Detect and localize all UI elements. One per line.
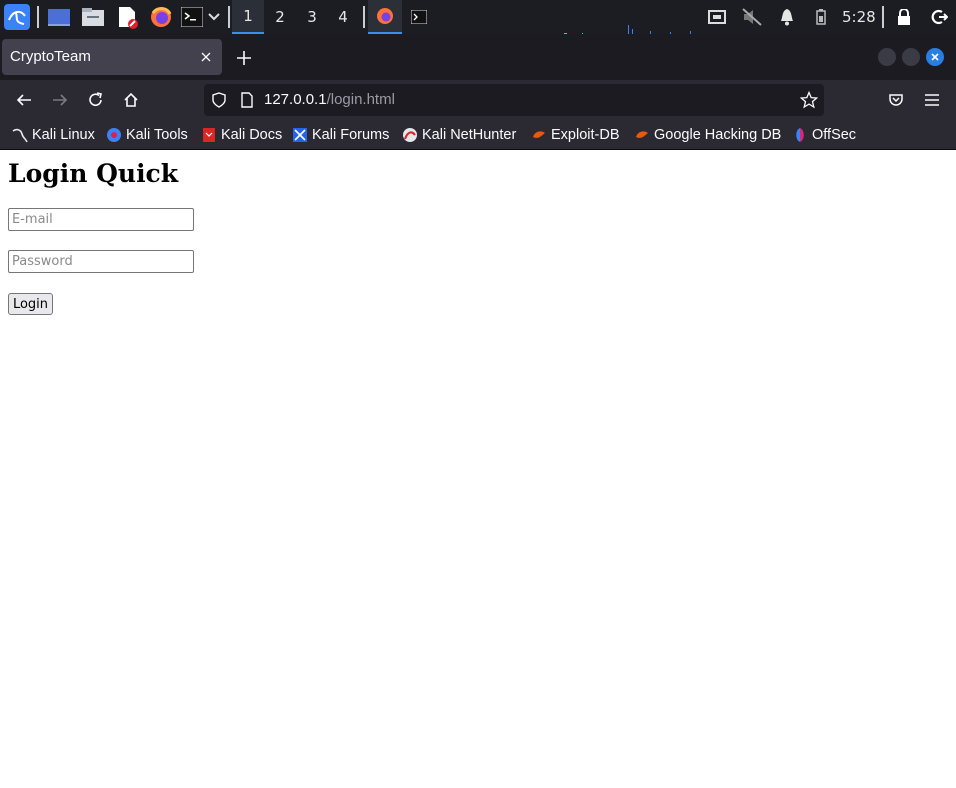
text-editor-icon[interactable] xyxy=(114,4,140,30)
workspace-2[interactable]: 2 xyxy=(264,0,296,34)
volume-muted-icon[interactable] xyxy=(740,4,764,30)
bookmark-label: Google Hacking DB xyxy=(654,127,782,143)
pocket-icon[interactable] xyxy=(884,88,908,112)
task-firefox[interactable] xyxy=(368,0,402,34)
battery-icon[interactable] xyxy=(812,4,830,30)
bookmark-label: OffSec xyxy=(812,127,857,143)
bookmark-google-hacking-db[interactable]: Google Hacking DB xyxy=(634,125,781,145)
taskbar-separator xyxy=(37,6,39,28)
ghdb-icon xyxy=(634,127,650,143)
bookmarks-toolbar: Kali Linux Kali Tools Kali Docs Kali For… xyxy=(0,120,956,150)
navigation-toolbar: 127.0.0.1/login.html xyxy=(0,80,956,120)
maximize-button[interactable] xyxy=(902,48,920,66)
file-manager-icon[interactable] xyxy=(80,4,106,30)
workspace-1[interactable]: 1 xyxy=(232,0,264,34)
close-tab-icon[interactable] xyxy=(196,47,216,67)
show-desktop-icon[interactable] xyxy=(46,4,72,30)
exploit-db-icon xyxy=(531,127,547,143)
clock[interactable]: 5:28 xyxy=(842,0,876,34)
terminal-icon xyxy=(411,10,427,24)
new-tab-button[interactable] xyxy=(232,46,256,70)
taskbar-separator xyxy=(882,6,884,28)
workspace-4[interactable]: 4 xyxy=(327,0,359,34)
browser-tab-strip: CryptoTeam xyxy=(0,34,956,80)
forward-arrow-icon[interactable] xyxy=(48,88,72,112)
bookmark-label: Exploit-DB xyxy=(551,127,620,143)
window-close-button[interactable] xyxy=(926,48,944,66)
kali-forums-icon xyxy=(292,127,308,143)
plus-icon xyxy=(237,51,251,65)
bookmark-offsec[interactable]: OffSec xyxy=(792,125,856,145)
bookmark-label: Kali NetHunter xyxy=(422,127,517,143)
notification-bell-icon[interactable] xyxy=(776,4,798,30)
kali-dragon-icon xyxy=(12,127,28,143)
bookmark-star-icon[interactable] xyxy=(800,91,818,109)
display-icon[interactable] xyxy=(706,4,728,30)
page-icon[interactable] xyxy=(240,92,254,108)
terminal-icon[interactable] xyxy=(180,4,204,30)
chevron-down-icon[interactable] xyxy=(206,4,222,30)
logout-icon[interactable] xyxy=(928,4,950,30)
bookmark-kali-docs[interactable]: Kali Docs xyxy=(201,125,282,145)
minimize-button[interactable] xyxy=(878,48,896,66)
bookmark-label: Kali Linux xyxy=(32,127,95,143)
workspace-3[interactable]: 3 xyxy=(296,0,328,34)
url-path: /login.html xyxy=(326,91,395,108)
firefox-icon[interactable] xyxy=(148,4,174,30)
reload-icon[interactable] xyxy=(84,88,108,112)
kali-nethunter-icon xyxy=(402,127,418,143)
bookmark-kali-forums[interactable]: Kali Forums xyxy=(292,125,389,145)
bookmark-label: Kali Docs xyxy=(221,127,283,143)
task-terminal[interactable] xyxy=(406,4,432,30)
cpu-graph xyxy=(560,20,700,35)
back-arrow-icon[interactable] xyxy=(12,88,36,112)
taskbar-separator xyxy=(228,6,230,28)
url-text[interactable]: 127.0.0.1/login.html xyxy=(264,91,395,108)
close-icon xyxy=(931,53,939,61)
bookmark-exploit-db[interactable]: Exploit-DB xyxy=(531,125,620,145)
tab-title: CryptoTeam xyxy=(10,48,91,65)
kali-docs-icon xyxy=(201,127,217,143)
home-icon[interactable] xyxy=(119,88,143,112)
address-bar[interactable]: 127.0.0.1/login.html xyxy=(204,84,824,116)
page-title: Login Quick xyxy=(8,159,179,188)
firefox-icon xyxy=(376,7,394,25)
login-button[interactable]: Login xyxy=(8,293,53,315)
shield-icon[interactable] xyxy=(211,92,227,108)
taskbar-separator xyxy=(363,6,365,28)
bookmark-label: Kali Forums xyxy=(312,127,390,143)
email-field[interactable] xyxy=(8,208,194,231)
password-field[interactable] xyxy=(8,250,194,273)
bookmark-kali-linux[interactable]: Kali Linux xyxy=(12,125,95,145)
hamburger-menu-icon[interactable] xyxy=(920,88,944,112)
lock-icon[interactable] xyxy=(894,4,914,30)
page-content: Login Quick Login xyxy=(0,151,956,788)
offsec-icon xyxy=(792,127,808,143)
tab-cryptoteam[interactable]: CryptoTeam xyxy=(2,39,222,75)
url-host: 127.0.0.1 xyxy=(264,91,327,108)
kali-tools-icon xyxy=(106,127,122,143)
bookmark-kali-tools[interactable]: Kali Tools xyxy=(106,125,188,145)
bookmark-kali-nethunter[interactable]: Kali NetHunter xyxy=(402,125,516,145)
taskbar: 1 2 3 4 5:28 xyxy=(0,0,956,35)
bookmark-label: Kali Tools xyxy=(126,127,188,143)
kali-menu-icon[interactable] xyxy=(4,4,30,30)
